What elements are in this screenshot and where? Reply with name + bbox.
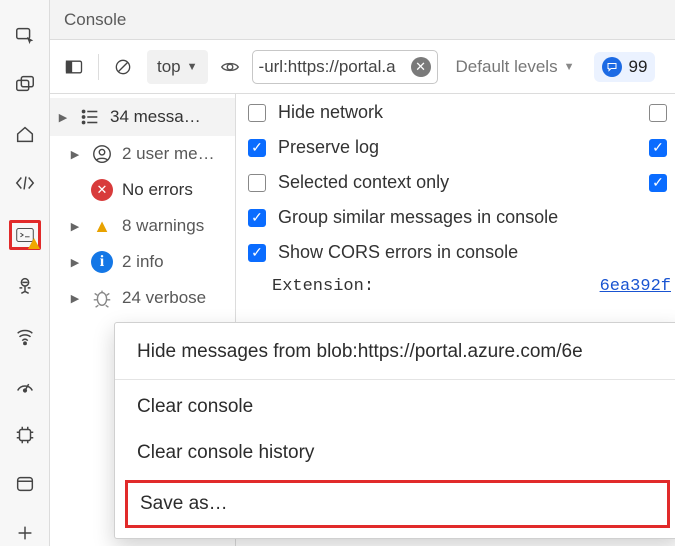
checkbox-aux[interactable]: ✓ <box>649 139 667 157</box>
group-user-messages[interactable]: ▶ 2 user me… <box>50 136 235 172</box>
console-toolbar: top ▼ -url:https://portal.a ✕ Default le… <box>50 40 675 94</box>
group-label: 34 messa… <box>110 107 227 127</box>
extension-row: Extension: 6ea392f <box>248 277 671 296</box>
divider <box>98 54 99 80</box>
checkbox[interactable] <box>248 104 266 122</box>
expand-icon[interactable]: ▶ <box>68 292 82 305</box>
checkbox[interactable] <box>248 174 266 192</box>
toggle-sidebar-icon[interactable] <box>60 53 88 81</box>
expand-icon[interactable]: ▶ <box>68 256 82 269</box>
live-expression-icon[interactable] <box>218 55 242 79</box>
chevron-down-icon: ▼ <box>187 61 198 73</box>
log-levels-label: Default levels <box>456 57 558 77</box>
checkbox[interactable]: ✓ <box>248 139 266 157</box>
info-icon: i <box>90 250 114 274</box>
console-icon[interactable] <box>9 220 41 250</box>
filter-input[interactable]: -url:https://portal.a ✕ <box>252 50 438 84</box>
home-icon[interactable] <box>9 121 41 146</box>
setting-label: Group similar messages in console <box>278 207 558 228</box>
setting-group-similar[interactable]: ✓ Group similar messages in console <box>248 207 671 228</box>
more-tools-icon[interactable] <box>9 521 41 546</box>
elements-icon[interactable] <box>9 170 41 195</box>
expand-icon[interactable]: ▶ <box>68 220 82 233</box>
clear-console-icon[interactable] <box>109 53 137 81</box>
extension-link[interactable]: 6ea392f <box>600 277 671 296</box>
clear-filter-icon[interactable]: ✕ <box>411 57 431 77</box>
group-warnings[interactable]: ▶ ▲ 8 warnings <box>50 208 235 244</box>
verbose-icon <box>90 286 114 310</box>
context-selector[interactable]: top ▼ <box>147 50 208 84</box>
warning-icon: ▲ <box>90 214 114 238</box>
group-errors[interactable]: ▶ ✕ No errors <box>50 172 235 208</box>
network-icon[interactable] <box>9 323 41 348</box>
setting-label: Preserve log <box>278 137 379 158</box>
checkbox-aux[interactable]: ✓ <box>649 174 667 192</box>
warning-badge-icon <box>28 238 40 249</box>
user-icon <box>90 142 114 166</box>
issues-count: 99 <box>628 57 647 77</box>
sources-icon[interactable] <box>9 274 41 299</box>
group-label: 24 verbose <box>122 288 227 308</box>
menu-clear-console[interactable]: Clear console <box>115 379 675 430</box>
menu-save-as[interactable]: Save as… <box>125 480 670 528</box>
performance-icon[interactable] <box>9 372 41 397</box>
menu-hide-messages[interactable]: Hide messages from blob:https://portal.a… <box>115 329 675 375</box>
inspect-icon[interactable] <box>9 22 41 47</box>
group-info[interactable]: ▶ i 2 info <box>50 244 235 280</box>
checkbox-aux[interactable] <box>649 104 667 122</box>
context-menu: Hide messages from blob:https://portal.a… <box>114 322 675 539</box>
group-all-messages[interactable]: ▶ 34 messa… <box>50 98 235 136</box>
menu-clear-history[interactable]: Clear console history <box>115 430 675 476</box>
checkbox[interactable]: ✓ <box>248 209 266 227</box>
group-label: 8 warnings <box>122 216 227 236</box>
expand-icon[interactable]: ▶ <box>56 111 70 124</box>
multiwindow-icon[interactable] <box>9 71 41 96</box>
checkbox[interactable]: ✓ <box>248 244 266 262</box>
group-label: 2 info <box>122 252 227 272</box>
extension-label: Extension: <box>272 277 374 296</box>
log-levels-selector[interactable]: Default levels ▼ <box>456 57 575 77</box>
list-icon <box>78 105 102 129</box>
context-label: top <box>157 57 181 77</box>
issues-chip[interactable]: 99 <box>594 52 655 82</box>
expand-icon[interactable]: ▶ <box>68 148 82 161</box>
message-icon <box>602 57 622 77</box>
group-verbose[interactable]: ▶ 24 verbose <box>50 280 235 316</box>
application-icon[interactable] <box>9 471 41 496</box>
group-label: 2 user me… <box>122 144 227 164</box>
error-icon: ✕ <box>90 178 114 202</box>
setting-selected-context[interactable]: Selected context only ✓ <box>248 172 671 193</box>
setting-preserve-log[interactable]: ✓ Preserve log ✓ <box>248 137 671 158</box>
setting-label: Hide network <box>278 102 383 123</box>
activity-bar <box>0 0 50 546</box>
filter-text: -url:https://portal.a <box>259 57 405 77</box>
panel-title: Console <box>64 10 126 30</box>
setting-show-cors[interactable]: ✓ Show CORS errors in console <box>248 242 671 263</box>
chevron-down-icon: ▼ <box>564 61 575 73</box>
setting-hide-network[interactable]: Hide network <box>248 102 671 123</box>
setting-label: Selected context only <box>278 172 449 193</box>
setting-label: Show CORS errors in console <box>278 242 518 263</box>
panel-title-bar: Console <box>50 0 675 40</box>
group-label: No errors <box>122 180 227 200</box>
memory-icon[interactable] <box>9 422 41 447</box>
